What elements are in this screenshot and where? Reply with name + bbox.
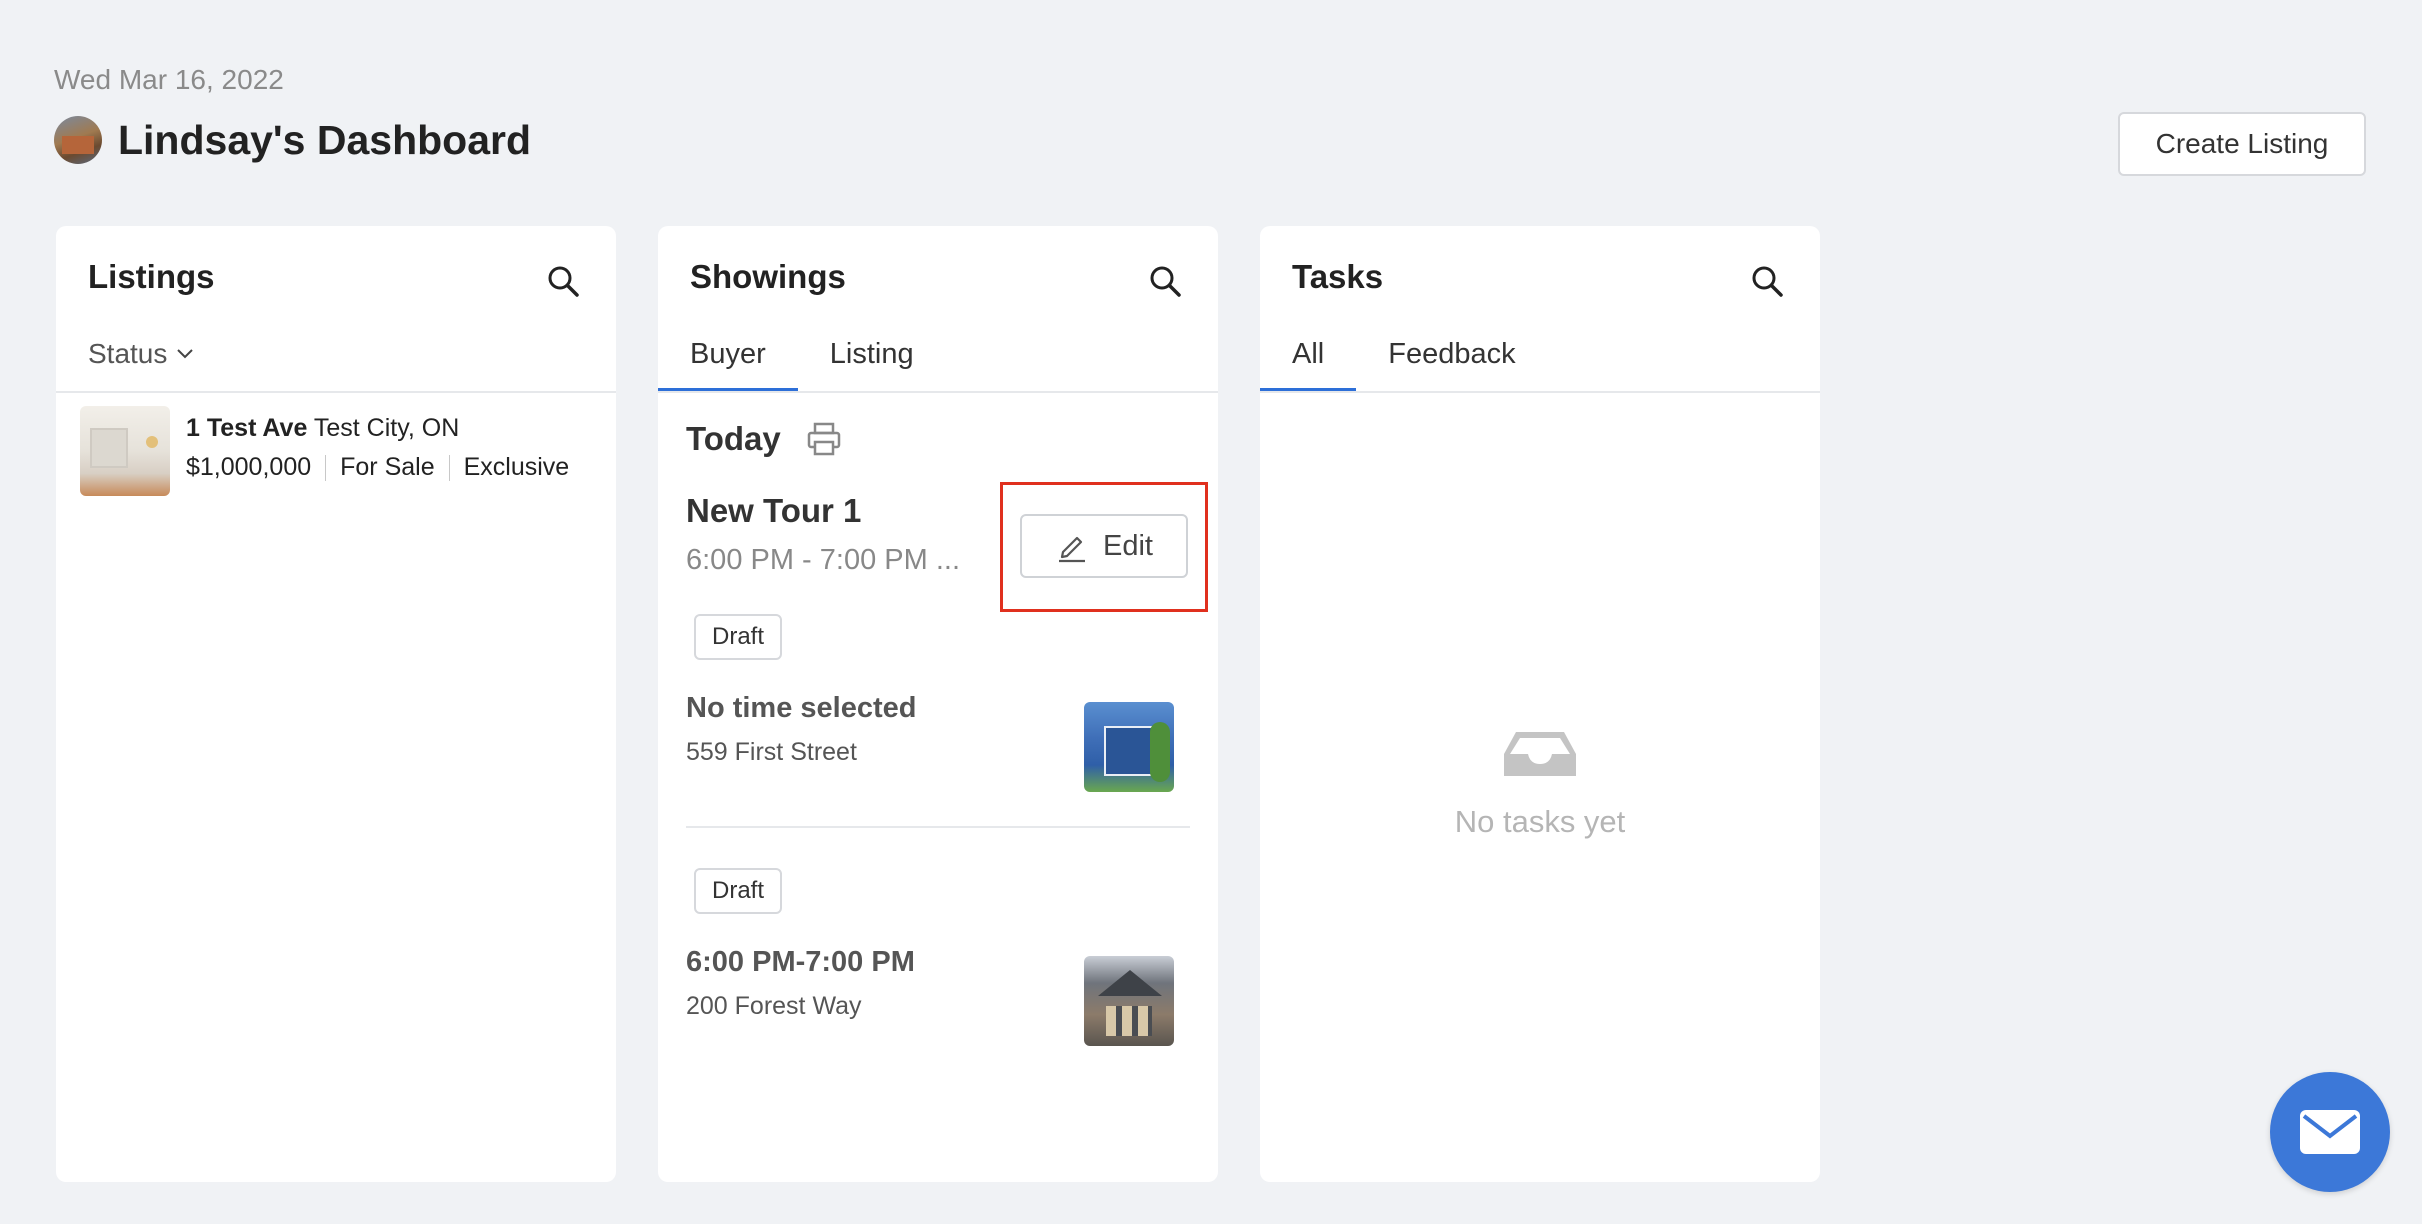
empty-state: No tasks yet	[1260, 726, 1820, 840]
status-filter-dropdown[interactable]: Status	[88, 338, 195, 370]
listing-status: For Sale	[340, 453, 435, 481]
property-thumbnail	[1084, 956, 1174, 1046]
tour-time: 6:00 PM - 7:00 PM ...	[686, 544, 960, 576]
today-label: Today	[686, 420, 781, 457]
search-icon[interactable]	[1748, 262, 1788, 302]
page-header: Lindsay's Dashboard	[54, 116, 531, 164]
showing-time[interactable]: No time selected	[686, 692, 916, 725]
search-icon[interactable]	[544, 262, 584, 302]
status-badge: Draft	[694, 868, 783, 914]
listing-type: Exclusive	[463, 453, 570, 481]
chevron-down-icon	[177, 349, 194, 359]
listing-street: 1 Test Ave	[186, 414, 308, 442]
tasks-tabs: All Feedback	[1260, 338, 1548, 392]
mail-icon	[2300, 1110, 2360, 1154]
page-title: Lindsay's Dashboard	[118, 116, 532, 163]
tab-feedback[interactable]: Feedback	[1356, 338, 1547, 392]
showing-time[interactable]: 6:00 PM-7:00 PM	[686, 946, 915, 979]
listing-city: Test City, ON	[313, 414, 460, 442]
listing-price: $1,000,000	[186, 453, 312, 481]
inbox-tray-icon	[1504, 732, 1576, 776]
print-icon[interactable]	[805, 420, 843, 458]
divider	[1260, 391, 1820, 393]
pencil-icon	[1059, 536, 1085, 563]
search-icon[interactable]	[1146, 262, 1186, 302]
edit-tour-button[interactable]: Edit	[1020, 514, 1188, 578]
status-badge: Draft	[694, 614, 783, 660]
listing-item[interactable]: 1 Test Ave Test City, ON $1,000,000 For …	[80, 406, 592, 496]
mail-button[interactable]	[2270, 1072, 2390, 1192]
status-filter-label: Status	[88, 338, 168, 369]
separator	[448, 454, 450, 481]
divider	[56, 391, 616, 393]
divider	[658, 391, 1218, 393]
listing-address: 1 Test Ave Test City, ON	[186, 414, 569, 443]
divider	[686, 826, 1190, 828]
showings-tabs: Buyer Listing	[658, 338, 946, 392]
tab-buyer[interactable]: Buyer	[658, 338, 798, 392]
empty-state-text: No tasks yet	[1454, 804, 1626, 839]
tasks-title: Tasks	[1292, 258, 1384, 295]
create-listing-button[interactable]: Create Listing	[2118, 112, 2366, 176]
today-header: Today	[686, 420, 843, 458]
tour-title: New Tour 1	[686, 492, 862, 529]
edit-label: Edit	[1103, 529, 1153, 562]
listings-card: Listings Status 1 Test Ave Test City, ON…	[56, 226, 616, 1182]
separator	[325, 454, 327, 481]
avatar[interactable]	[54, 116, 102, 164]
page-date: Wed Mar 16, 2022	[54, 64, 284, 95]
tasks-card: Tasks All Feedback No tasks yet	[1260, 226, 1820, 1182]
property-thumbnail	[1084, 702, 1174, 792]
showing-address: 559 First Street	[686, 738, 857, 766]
listing-meta: $1,000,000 For Sale Exclusive	[186, 453, 569, 482]
showings-card: Showings Buyer Listing Today New Tour 1 …	[658, 226, 1218, 1182]
showing-address: 200 Forest Way	[686, 992, 862, 1020]
listing-thumbnail	[80, 406, 170, 496]
showings-title: Showings	[690, 258, 846, 295]
tab-all[interactable]: All	[1260, 338, 1357, 392]
tab-listing[interactable]: Listing	[798, 338, 946, 392]
listings-title: Listings	[88, 258, 215, 295]
